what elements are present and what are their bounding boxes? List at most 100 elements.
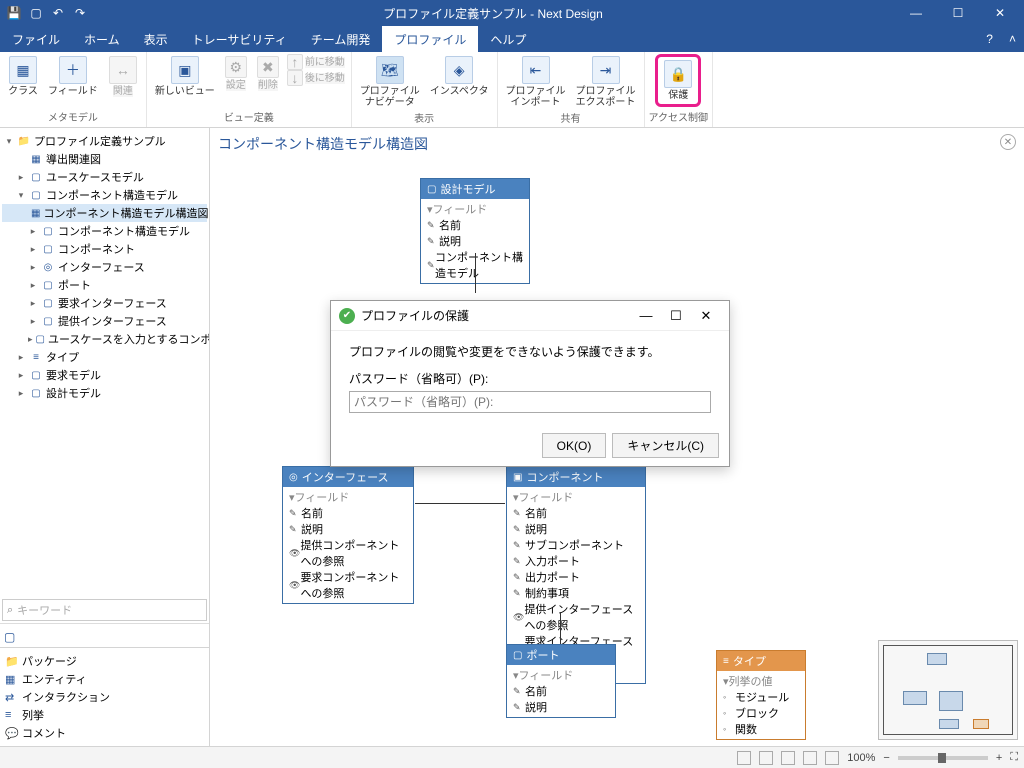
package-icon: 📁 — [5, 655, 19, 668]
fit-icon[interactable]: ⛶ — [1010, 751, 1018, 764]
view-mode-icon[interactable] — [803, 751, 817, 765]
enum-icon: ≡ — [723, 656, 729, 667]
new-view-button[interactable]: ▣新しいビュー — [151, 54, 219, 99]
tree-item[interactable]: ▸▢要求インターフェース — [2, 294, 207, 312]
ok-button[interactable]: OK(O) — [542, 433, 607, 458]
ribbon-group-viewdef: ▣新しいビュー ⚙設定 ✖削除 ↑前に移動 ↓後に移動 ビュー定義 — [147, 52, 352, 127]
help-icon[interactable]: ? — [978, 26, 1001, 52]
inspector-button[interactable]: ◈インスペクタ — [426, 54, 493, 99]
cancel-button[interactable]: キャンセル(C) — [612, 433, 719, 458]
tree-item[interactable]: ▾▢コンポーネント構造モデル — [2, 186, 207, 204]
field-icon: ＋ — [59, 56, 87, 84]
zoom-out-button[interactable]: − — [883, 752, 889, 764]
undo-icon[interactable]: ↶ — [48, 3, 68, 23]
class-button[interactable]: ▦クラス — [4, 54, 42, 99]
dialog-title: プロファイルの保護 — [361, 307, 469, 324]
protect-button[interactable]: 🔒保護 — [659, 58, 697, 103]
folder-icon: 📁 — [17, 134, 31, 148]
tab-home[interactable]: ホーム — [72, 26, 132, 52]
diagram-canvas[interactable]: コンポーネント構造モデル構造図 ✕ ▢設計モデル ▾ フィールド ✎名前 ✎説明… — [210, 128, 1024, 746]
tab-team[interactable]: チーム開発 — [299, 26, 383, 52]
new-icon[interactable]: ▢ — [26, 3, 46, 23]
collapse-ribbon-icon[interactable]: ˄ — [1001, 26, 1024, 52]
tree-item[interactable]: ▸▢設計モデル — [2, 384, 207, 402]
maximize-button[interactable]: ☐ — [938, 3, 978, 23]
password-label: パスワード（省略可）(P): — [349, 370, 711, 387]
view-mode-icon[interactable] — [781, 751, 795, 765]
profile-import-button[interactable]: ⇤プロファイル インポート — [502, 54, 570, 110]
relation-button[interactable]: ↔関連 — [104, 54, 142, 99]
tab-profile[interactable]: プロファイル — [382, 26, 478, 52]
dialog-close[interactable]: ✕ — [691, 308, 721, 324]
dialog-minimize[interactable]: — — [631, 308, 661, 323]
main-split: ▾📁プロファイル定義サンプル ▦導出関連図 ▸▢ユースケースモデル ▾▢コンポー… — [0, 128, 1024, 746]
minimap[interactable] — [878, 640, 1018, 740]
class-icon: ▢ — [36, 332, 45, 346]
window-controls: — ☐ ✕ — [896, 3, 1020, 23]
ribbon-group-display: 🗺プロファイル ナビゲータ ◈インスペクタ 表示 — [352, 52, 498, 127]
window-title: プロファイル定義サンプル - Next Design — [90, 5, 896, 22]
redo-icon[interactable]: ↷ — [70, 3, 90, 23]
close-button[interactable]: ✕ — [980, 3, 1020, 23]
key-icon: ✎ — [513, 556, 525, 567]
ribbon-group-share: ⇤プロファイル インポート ⇥プロファイル エクスポート 共有 — [498, 52, 645, 127]
view-mode-icon[interactable] — [825, 751, 839, 765]
move-next-icon: ↓ — [287, 70, 303, 86]
tree-item[interactable]: ▸▢提供インターフェース — [2, 312, 207, 330]
profile-export-button[interactable]: ⇥プロファイル エクスポート — [572, 54, 640, 110]
move-next-button[interactable]: ↓後に移動 — [285, 70, 347, 86]
tab-help[interactable]: ヘルプ — [478, 26, 538, 52]
palette-enum[interactable]: ≡列挙 — [2, 706, 207, 724]
zoom-label: 100% — [847, 752, 875, 764]
entity-interface[interactable]: ◎インターフェース ▾ フィールド ✎名前 ✎説明 👁提供コンポーネントへの参照… — [282, 466, 414, 604]
canvas-close-icon[interactable]: ✕ — [1000, 134, 1016, 150]
key-icon: ✎ — [427, 236, 439, 247]
view-mode-icon[interactable] — [759, 751, 773, 765]
model-tree[interactable]: ▾📁プロファイル定義サンプル ▦導出関連図 ▸▢ユースケースモデル ▾▢コンポー… — [0, 128, 209, 597]
navigator-icon: 🗺 — [376, 56, 404, 84]
entity-type[interactable]: ≡タイプ ▾ 列挙の値 ◦モジュール ◦ブロック ◦関数 — [716, 650, 806, 740]
class-icon: ▢ — [41, 242, 55, 256]
tree-root[interactable]: ▾📁プロファイル定義サンプル — [2, 132, 207, 150]
search-icon: ⌕ — [7, 604, 13, 617]
password-input[interactable] — [349, 391, 711, 413]
save-icon[interactable]: 💾 — [4, 3, 24, 23]
tree-item[interactable]: ▸▢コンポーネント — [2, 240, 207, 258]
tree-item[interactable]: ▸▢ユースケースモデル — [2, 168, 207, 186]
tree-item[interactable]: ▸◎インターフェース — [2, 258, 207, 276]
tab-file[interactable]: ファイル — [0, 26, 72, 52]
import-icon: ⇤ — [522, 56, 550, 84]
port-icon: ▢ — [513, 650, 522, 661]
tree-item-selected[interactable]: ▦コンポーネント構造モデル構造図 — [2, 204, 207, 222]
palette-entity[interactable]: ▦エンティティ — [2, 670, 207, 688]
palette-interaction[interactable]: ⇄インタラクション — [2, 688, 207, 706]
component-icon: ▣ — [513, 472, 522, 483]
tree-item[interactable]: ▸▢ポート — [2, 276, 207, 294]
toolbox-icon[interactable]: ▢ — [0, 627, 209, 647]
tree-item[interactable]: ▸▢ユースケースを入力とするコンポーネントの — [2, 330, 207, 348]
minimize-button[interactable]: — — [896, 3, 936, 23]
navigator-pane: ▾📁プロファイル定義サンプル ▦導出関連図 ▸▢ユースケースモデル ▾▢コンポー… — [0, 128, 210, 746]
field-button[interactable]: ＋フィールド — [44, 54, 102, 99]
tree-item[interactable]: ▦導出関連図 — [2, 150, 207, 168]
keyword-search[interactable]: ⌕ キーワード — [2, 599, 207, 621]
tab-traceability[interactable]: トレーサビリティ — [180, 26, 299, 52]
move-prev-button[interactable]: ↑前に移動 — [285, 54, 347, 70]
zoom-in-button[interactable]: + — [996, 752, 1002, 764]
settings-button[interactable]: ⚙設定 — [221, 54, 251, 93]
connector — [475, 253, 476, 293]
view-mode-icon[interactable] — [737, 751, 751, 765]
tree-item[interactable]: ▸≡タイプ — [2, 348, 207, 366]
key-icon: ✎ — [289, 508, 301, 519]
delete-button[interactable]: ✖削除 — [253, 54, 283, 93]
profile-navigator-button[interactable]: 🗺プロファイル ナビゲータ — [356, 54, 424, 110]
entity-port[interactable]: ▢ポート ▾ フィールド ✎名前 ✎説明 — [506, 644, 616, 718]
model-icon: ▢ — [29, 170, 43, 184]
palette-comment[interactable]: 💬コメント — [2, 724, 207, 742]
palette-package[interactable]: 📁パッケージ — [2, 652, 207, 670]
tree-item[interactable]: ▸▢要求モデル — [2, 366, 207, 384]
zoom-slider[interactable] — [898, 756, 988, 760]
dialog-maximize[interactable]: ☐ — [661, 308, 691, 324]
tab-view[interactable]: 表示 — [132, 26, 180, 52]
tree-item[interactable]: ▸▢コンポーネント構造モデル — [2, 222, 207, 240]
